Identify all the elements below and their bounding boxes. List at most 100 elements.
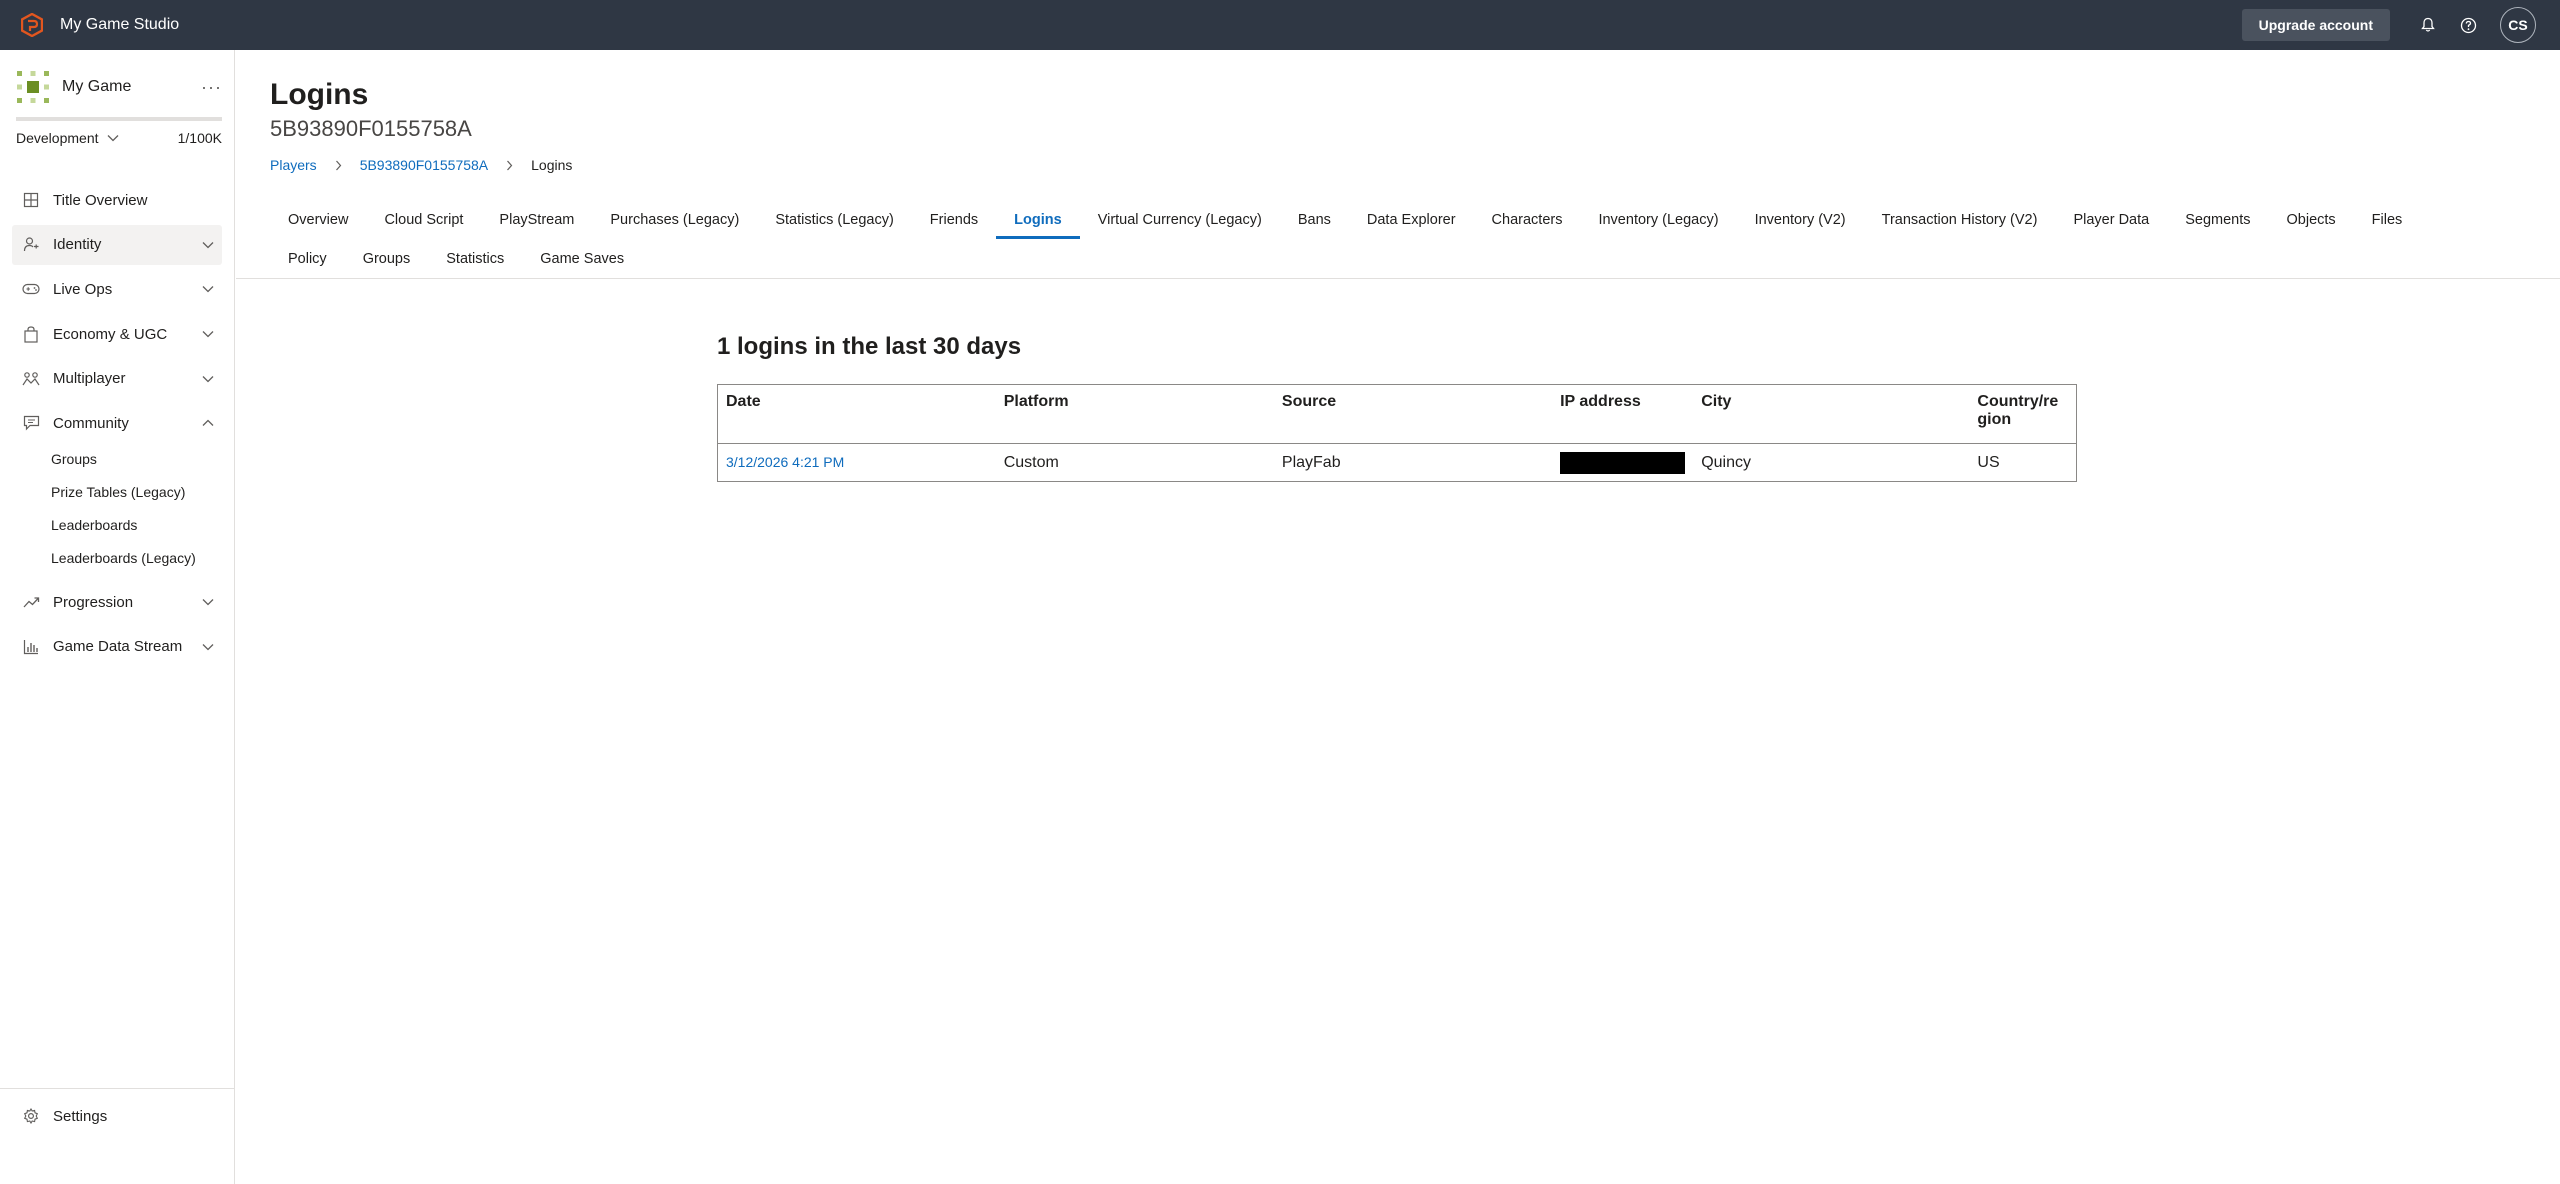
sidebar-item-community[interactable]: Community [12, 403, 222, 443]
grid-icon [22, 191, 40, 209]
breadcrumb-players[interactable]: Players [270, 157, 317, 173]
chevron-down-icon [202, 285, 214, 293]
tab-row-2: Policy Groups Statistics Game Saves [270, 239, 2530, 278]
tab-transaction-history-v2[interactable]: Transaction History (V2) [1864, 200, 2056, 239]
column-header-source[interactable]: Source [1273, 384, 1553, 444]
tab-characters[interactable]: Characters [1474, 200, 1581, 239]
subnav-item-leaderboards[interactable]: Leaderboards [12, 508, 222, 541]
tab-friends[interactable]: Friends [912, 200, 996, 239]
sidebar-item-label: Title Overview [53, 191, 148, 209]
avatar[interactable]: CS [2500, 7, 2536, 43]
top-bar: My Game Studio Upgrade account CS [0, 0, 2560, 50]
gear-icon [22, 1107, 40, 1125]
sidebar-item-label: Progression [53, 593, 134, 611]
community-subnav: Groups Prize Tables (Legacy) Leaderboard… [12, 442, 222, 574]
header-country-line1: Country/re [1977, 393, 2059, 410]
tab-virtual-currency-legacy[interactable]: Virtual Currency (Legacy) [1080, 200, 1280, 239]
sidebar-item-label: Settings [53, 1107, 108, 1125]
tab-segments[interactable]: Segments [2167, 200, 2268, 239]
tab-game-saves[interactable]: Game Saves [522, 239, 642, 278]
chevron-up-icon [202, 419, 214, 427]
player-id-subtitle: 5B93890F0155758A [270, 116, 472, 141]
sidebar-item-settings[interactable]: Settings [22, 1104, 107, 1128]
tab-overview[interactable]: Overview [270, 200, 366, 239]
sidebar-item-label: Community [53, 414, 129, 432]
column-header-platform[interactable]: Platform [995, 384, 1274, 444]
tab-policy[interactable]: Policy [270, 239, 345, 278]
cell-platform: Custom [1003, 453, 1059, 471]
tab-inventory-legacy[interactable]: Inventory (Legacy) [1580, 200, 1736, 239]
game-header[interactable]: My Game ··· [16, 70, 222, 104]
bar-chart-icon [22, 638, 40, 656]
quota-progress-bar [16, 117, 222, 121]
sidebar-item-label: Live Ops [53, 280, 113, 298]
tab-bans[interactable]: Bans [1280, 200, 1349, 239]
chevron-down-icon [202, 330, 214, 338]
chevron-down-icon [202, 375, 214, 383]
sidebar-item-economy-ugc[interactable]: Economy & UGC [12, 314, 222, 354]
tab-inventory-v2[interactable]: Inventory (V2) [1737, 200, 1864, 239]
tab-statistics-legacy[interactable]: Statistics (Legacy) [757, 200, 911, 239]
chevron-down-icon[interactable] [107, 134, 119, 142]
tab-player-data[interactable]: Player Data [2055, 200, 2167, 239]
tab-playstream[interactable]: PlayStream [481, 200, 592, 239]
redacted-ip [1560, 451, 1686, 474]
tab-files[interactable]: Files [2354, 200, 2421, 239]
environment-selector[interactable]: Development [16, 130, 99, 146]
tab-row-1: Overview Cloud Script PlayStream Purchas… [270, 200, 2530, 239]
subnav-item-leaderboards-legacy[interactable]: Leaderboards (Legacy) [12, 541, 222, 574]
table-header-row: Date Platform Source IP address City Cou… [717, 384, 2077, 444]
tab-objects[interactable]: Objects [2269, 200, 2354, 239]
login-date-link[interactable]: 3/12/2026 4:21 PM [726, 454, 844, 470]
subnav-item-prize-tables[interactable]: Prize Tables (Legacy) [12, 475, 222, 508]
playfab-logo-icon[interactable] [20, 13, 44, 37]
tab-purchases-legacy[interactable]: Purchases (Legacy) [592, 200, 757, 239]
tab-statistics[interactable]: Statistics [428, 239, 522, 278]
sidebar-item-label: Multiplayer [53, 370, 126, 388]
column-header-country-region[interactable]: Country/re gion [1969, 384, 2077, 444]
upgrade-account-button[interactable]: Upgrade account [2241, 9, 2390, 41]
logins-table: Date Platform Source IP address City Cou… [717, 384, 2077, 482]
trend-icon [22, 593, 40, 611]
main-content: Logins 5B93890F0155758A Players 5B93890F… [236, 50, 2560, 1184]
sidebar-item-live-ops[interactable]: Live Ops [12, 269, 222, 309]
tab-groups[interactable]: Groups [345, 239, 429, 278]
sidebar-item-label: Game Data Stream [53, 638, 183, 656]
column-header-date[interactable]: Date [717, 384, 996, 444]
help-icon[interactable] [2448, 5, 2488, 45]
cell-ip-address [1552, 444, 1693, 482]
table-row: 3/12/2026 4:21 PM Custom PlayFab Quincy … [718, 444, 2077, 482]
player-quota: 1/100K [177, 130, 222, 146]
tab-data-explorer[interactable]: Data Explorer [1349, 200, 1474, 239]
sidebar-item-label: Identity [53, 236, 102, 254]
sidebar-item-progression[interactable]: Progression [12, 582, 222, 622]
breadcrumb-player-id[interactable]: 5B93890F0155758A [360, 157, 488, 173]
tab-logins[interactable]: Logins [996, 200, 1080, 239]
more-options-icon[interactable]: ··· [201, 77, 222, 98]
column-header-ip-address[interactable]: IP address [1552, 384, 1694, 444]
tabs-divider [236, 278, 2560, 279]
breadcrumb-current: Logins [531, 157, 573, 173]
sidebar-item-identity[interactable]: Identity [12, 224, 222, 265]
sidebar-item-title-overview[interactable]: Title Overview [12, 180, 222, 220]
column-header-city[interactable]: City [1693, 384, 1970, 444]
cell-city: Quincy [1701, 453, 1751, 471]
chat-icon [22, 414, 40, 432]
game-logo-icon [16, 70, 50, 104]
cell-country: US [1977, 453, 2000, 471]
bell-icon[interactable] [2408, 5, 2448, 45]
chevron-down-icon [202, 598, 214, 606]
environment-row: Development 1/100K [16, 128, 222, 148]
player-tabs: Overview Cloud Script PlayStream Purchas… [270, 200, 2530, 278]
subnav-item-groups[interactable]: Groups [12, 442, 222, 475]
studio-name[interactable]: My Game Studio [60, 16, 179, 34]
gamepad-icon [22, 280, 40, 298]
header-country-line2: gion [1977, 411, 2012, 428]
sidebar: My Game ··· Development 1/100K Title Ove… [0, 50, 235, 1184]
sidebar-item-game-data-stream[interactable]: Game Data Stream [12, 627, 222, 667]
cell-date[interactable]: 3/12/2026 4:21 PM [718, 444, 996, 482]
sidebar-item-multiplayer[interactable]: Multiplayer [12, 359, 222, 399]
multiplayer-icon [22, 370, 40, 388]
tab-cloud-script[interactable]: Cloud Script [366, 200, 481, 239]
shopping-bag-icon [22, 325, 40, 343]
